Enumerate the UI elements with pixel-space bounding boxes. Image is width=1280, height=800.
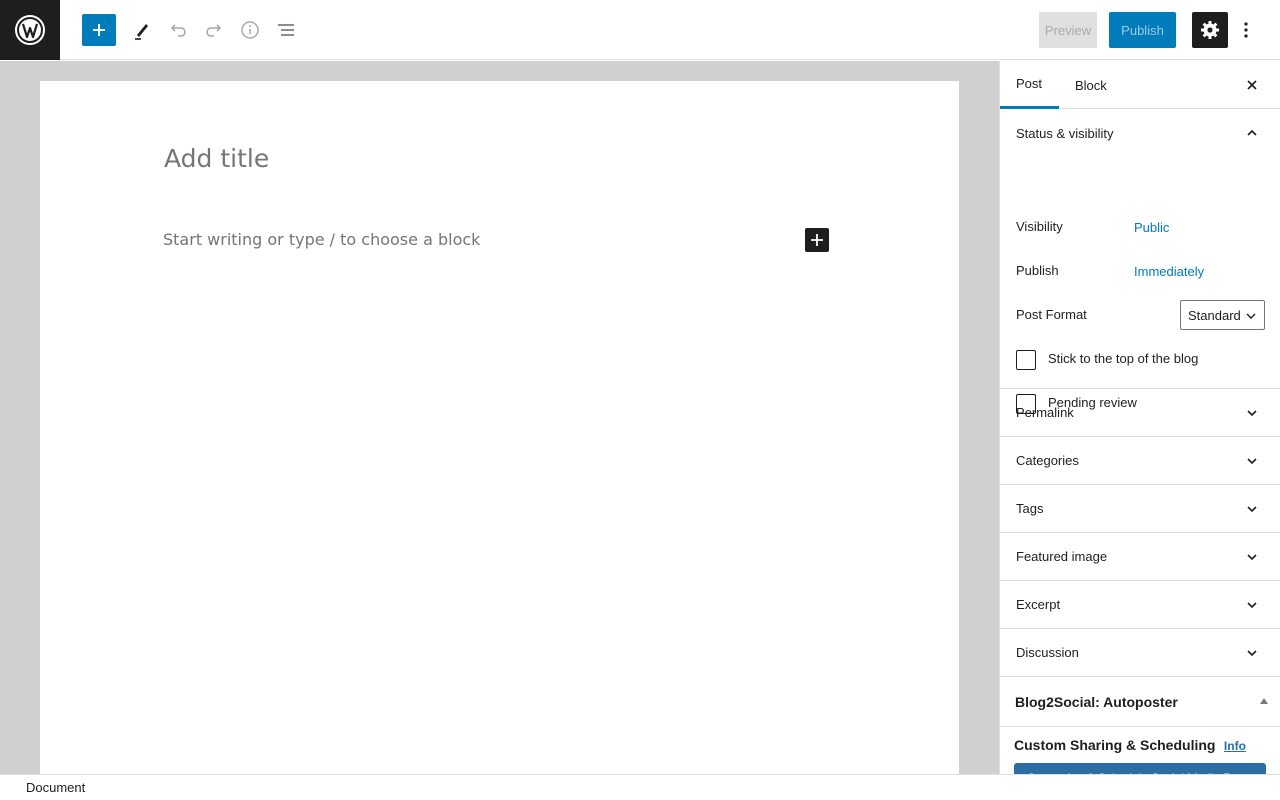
chevron-down-icon bbox=[1247, 506, 1257, 513]
customize-schedule-button[interactable]: Customize & Schedule Social Media Posts bbox=[1014, 763, 1266, 774]
custom-sharing-title: Custom Sharing & Scheduling bbox=[1014, 737, 1216, 753]
undo-icon bbox=[170, 24, 186, 37]
wordpress-logo[interactable] bbox=[0, 0, 60, 60]
redo-button[interactable] bbox=[196, 12, 232, 48]
categories-panel[interactable]: Categories bbox=[1000, 437, 1280, 485]
blog2social-title: Blog2Social: Autoposter bbox=[1015, 693, 1178, 710]
sidebar-tabs: Post Block bbox=[1000, 61, 1280, 109]
chevron-down-icon bbox=[1247, 650, 1257, 657]
plus-icon bbox=[811, 234, 823, 246]
publish-label: Publish bbox=[1016, 263, 1059, 278]
close-icon bbox=[1247, 80, 1257, 90]
block-appender[interactable]: Start writing or type / to choose a bloc… bbox=[163, 230, 480, 249]
list-view-icon bbox=[278, 24, 294, 36]
chevron-down-icon bbox=[1246, 313, 1256, 319]
info-icon bbox=[241, 21, 259, 39]
chevron-down-icon bbox=[1247, 554, 1257, 561]
block-breadcrumb: Document bbox=[0, 774, 1280, 800]
wordpress-icon bbox=[15, 15, 45, 45]
chevron-down-icon bbox=[1247, 458, 1257, 465]
panel-title: Tags bbox=[1016, 501, 1044, 516]
preview-button[interactable]: Preview bbox=[1039, 12, 1097, 48]
inline-add-block-button[interactable] bbox=[805, 228, 829, 252]
blog2social-panel-body: Custom Sharing & Scheduling Info Customi… bbox=[1000, 727, 1280, 774]
publish-button[interactable]: Publish bbox=[1109, 12, 1176, 48]
panel-title: Status & visibility bbox=[1016, 125, 1114, 141]
tools-button[interactable] bbox=[124, 12, 160, 48]
add-block-button[interactable] bbox=[82, 14, 116, 46]
blog2social-panel-header[interactable]: Blog2Social: Autoposter bbox=[1000, 677, 1280, 727]
excerpt-panel[interactable]: Excerpt bbox=[1000, 581, 1280, 629]
panel-title: Excerpt bbox=[1016, 597, 1061, 612]
post-title-input[interactable]: Add title bbox=[164, 144, 269, 173]
info-link[interactable]: Info bbox=[1224, 739, 1246, 753]
chevron-down-icon bbox=[1247, 602, 1257, 609]
chevron-down-icon bbox=[1247, 410, 1257, 417]
vertical-ellipsis-icon bbox=[1244, 22, 1248, 38]
featured-image-panel[interactable]: Featured image bbox=[1000, 533, 1280, 581]
settings-sidebar: Post Block Status & visibility Visibilit… bbox=[999, 61, 1280, 774]
post-format-value: Standard bbox=[1188, 307, 1241, 323]
post-format-label: Post Format bbox=[1016, 307, 1087, 322]
panel-title: Permalink bbox=[1016, 405, 1074, 420]
close-sidebar-button[interactable] bbox=[1244, 77, 1260, 93]
more-options-button[interactable] bbox=[1234, 12, 1258, 48]
status-visibility-panel: Status & visibility Visibility Public Pu… bbox=[1000, 109, 1280, 414]
breadcrumb-document[interactable]: Document bbox=[26, 780, 85, 795]
settings-button[interactable] bbox=[1192, 12, 1228, 48]
redo-icon bbox=[206, 24, 222, 37]
tab-post[interactable]: Post bbox=[1000, 61, 1059, 109]
visibility-label: Visibility bbox=[1016, 219, 1063, 234]
status-visibility-toggle[interactable]: Status & visibility bbox=[1000, 109, 1280, 157]
tags-panel[interactable]: Tags bbox=[1000, 485, 1280, 533]
post-format-select[interactable]: Standard bbox=[1180, 300, 1265, 330]
caret-up-icon bbox=[1260, 698, 1268, 704]
undo-button[interactable] bbox=[160, 12, 196, 48]
details-button[interactable] bbox=[232, 12, 268, 48]
chevron-up-icon bbox=[1247, 129, 1257, 136]
panel-title: Featured image bbox=[1016, 549, 1108, 564]
panel-title: Categories bbox=[1016, 453, 1079, 468]
publish-date-link[interactable]: Immediately bbox=[1134, 264, 1204, 279]
plus-icon bbox=[93, 24, 105, 36]
permalink-panel[interactable]: Permalink bbox=[1000, 389, 1280, 437]
panel-title: Discussion bbox=[1016, 645, 1079, 660]
pencil-icon bbox=[135, 24, 148, 40]
stick-to-top-label: Stick to the top of the blog bbox=[1048, 351, 1199, 366]
discussion-panel[interactable]: Discussion bbox=[1000, 629, 1280, 677]
list-view-button[interactable] bbox=[268, 12, 304, 48]
gear-icon bbox=[1201, 21, 1219, 39]
visibility-link[interactable]: Public bbox=[1134, 220, 1169, 235]
editor-canvas bbox=[40, 81, 959, 774]
top-toolbar: Preview Publish bbox=[0, 0, 1280, 60]
stick-to-top-checkbox[interactable] bbox=[1016, 350, 1036, 370]
tab-block[interactable]: Block bbox=[1075, 61, 1107, 109]
